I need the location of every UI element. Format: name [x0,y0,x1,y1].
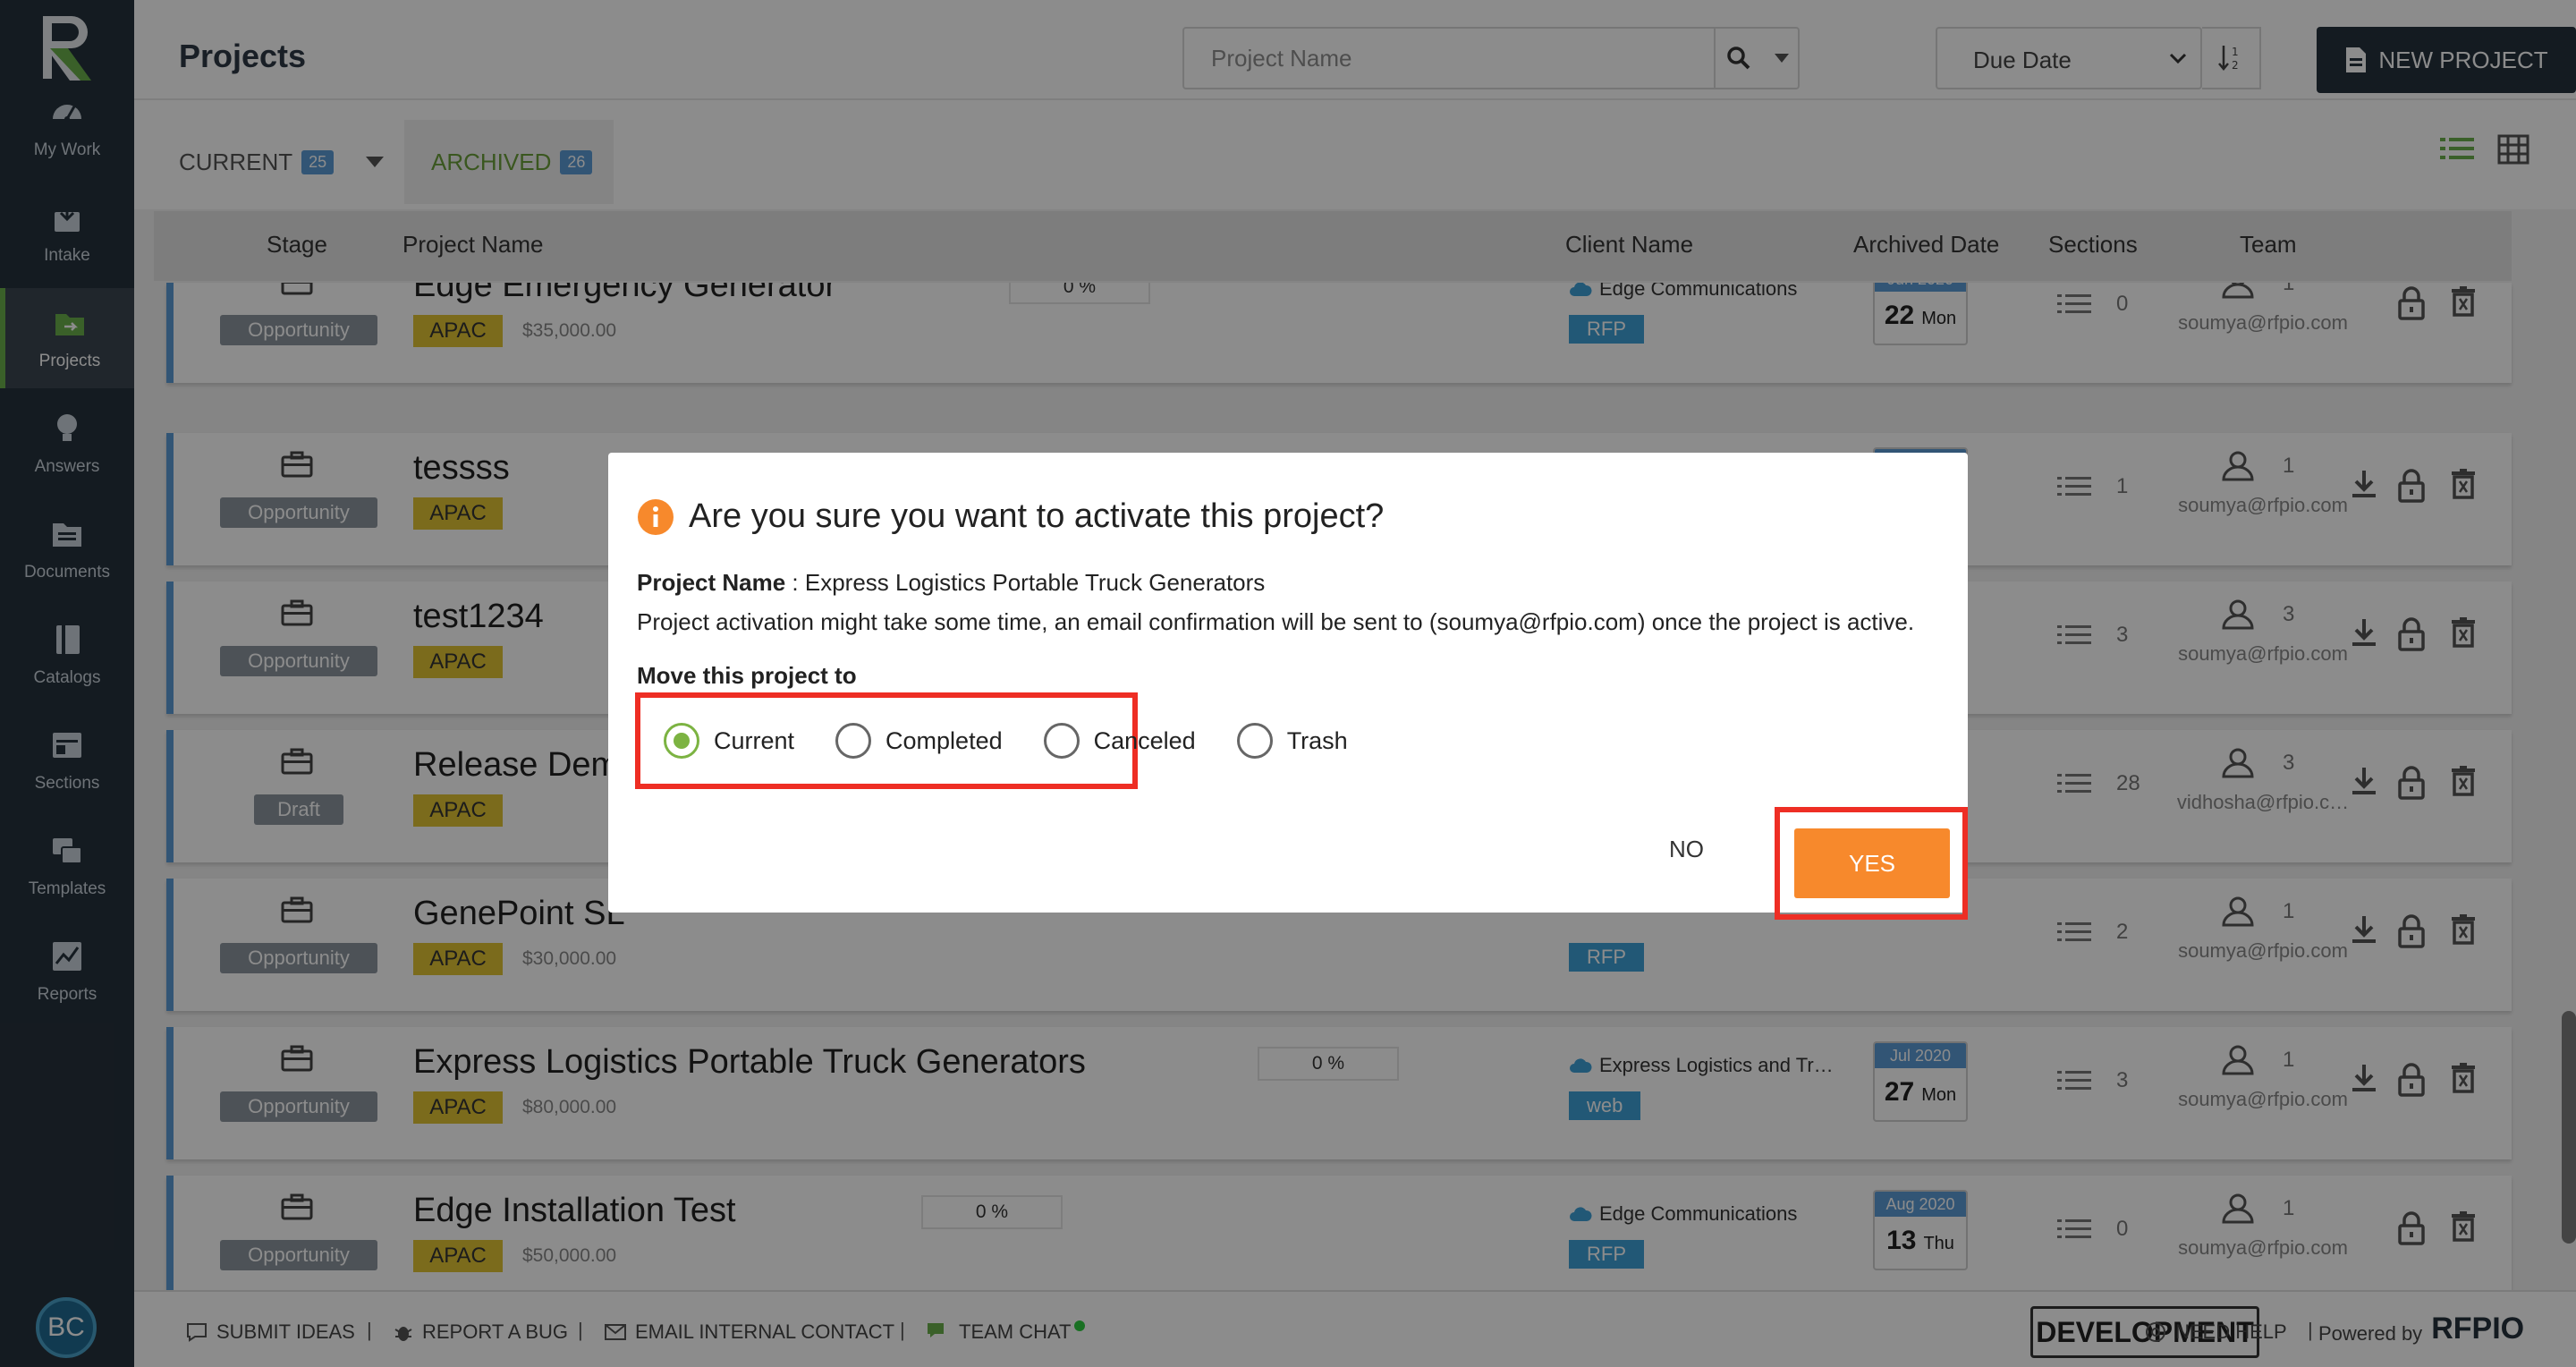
move-to-radio-group: Current Completed Canceled Trash [635,692,1348,789]
radio-button-checked[interactable] [664,723,699,759]
radio-current[interactable]: Current [664,723,794,759]
radio-label: Canceled [1093,726,1196,754]
radio-button[interactable] [1043,723,1080,759]
radio-button[interactable] [835,723,872,759]
dialog-title: Are you sure you want to activate this p… [637,497,1384,536]
yes-button[interactable]: YES [1794,828,1950,898]
radio-label: Completed [886,726,1003,754]
radio-trash[interactable]: Trash [1236,723,1348,759]
project-name-value: : Express Logistics Portable Truck Gener… [785,569,1266,596]
info-icon [638,498,674,535]
activation-info-text: Project activation might take some time,… [637,608,1915,635]
radio-label: Trash [1286,726,1348,754]
dialog-title-text: Are you sure you want to activate this p… [689,497,1385,535]
move-project-label: Move this project to [637,662,857,689]
radio-completed[interactable]: Completed [835,723,1003,759]
no-button[interactable]: NO [1669,836,1704,863]
project-name-line: Project Name : Express Logistics Portabl… [637,569,1265,597]
radio-canceled[interactable]: Canceled [1043,723,1196,759]
activate-project-dialog: Are you sure you want to activate this p… [608,453,1968,920]
radio-label: Current [714,726,795,754]
radio-button[interactable] [1236,723,1273,759]
project-name-label: Project Name [637,569,786,596]
